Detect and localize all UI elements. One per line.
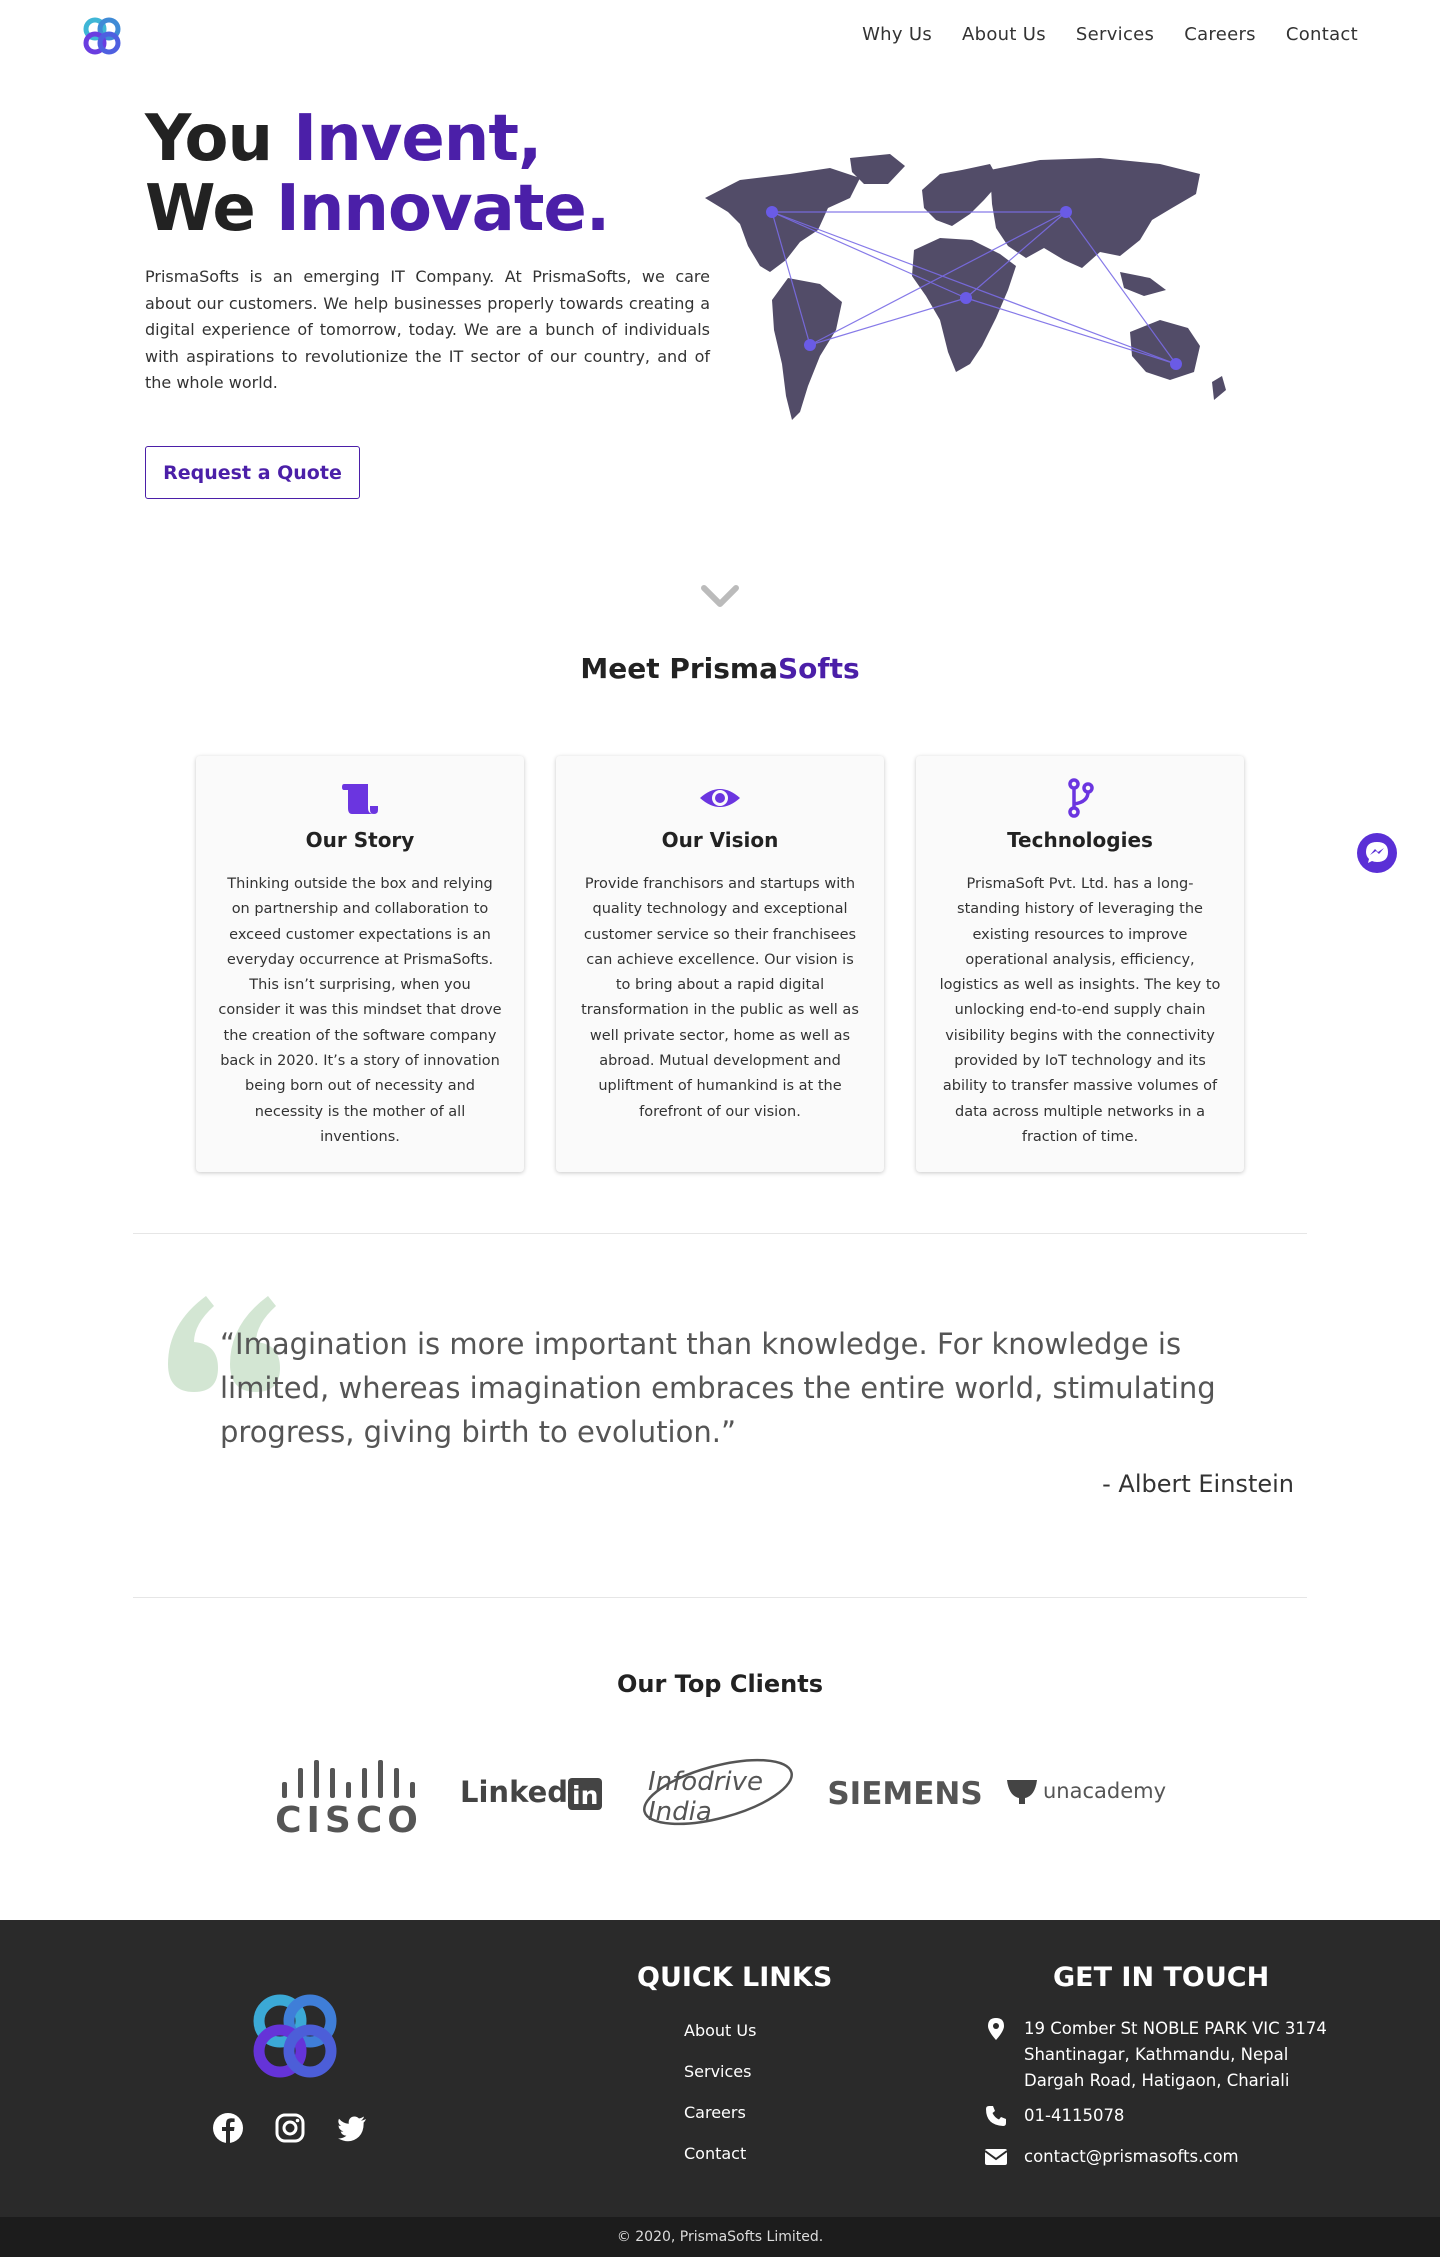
client-name-linkedin: Linked (460, 1775, 568, 1809)
card-title: Our Story (305, 828, 415, 852)
hero-line1-plain: You (145, 102, 294, 176)
card-title: Our Vision (661, 828, 779, 852)
scroll-down-chevron-icon[interactable] (700, 582, 740, 610)
hero-description: PrismaSofts is an emerging IT Company. A… (145, 267, 710, 392)
hero-line1-accent: Invent, (293, 102, 542, 176)
meet-title-accent: Softs (778, 652, 860, 685)
client-name-siemens: SIEMENS (827, 1776, 982, 1812)
phone-icon (986, 2106, 1006, 2126)
map-marker-icon (988, 2018, 1004, 2040)
twitter-icon[interactable] (336, 2112, 368, 2144)
nav-link-contact[interactable]: Contact (1286, 24, 1358, 45)
client-name-unacademy: unacademy (1043, 1779, 1166, 1803)
client-logo-infodrive: Infodrive India (640, 1740, 800, 1840)
meet-title-plain: Meet Prisma (580, 652, 778, 685)
card-technologies: Technologies PrismaSoft Pvt. Ltd. has a … (916, 756, 1244, 1172)
quote-text: “Imagination is more important than know… (220, 1327, 1216, 1449)
messenger-chat-button[interactable] (1357, 833, 1397, 873)
nav-link-about-us[interactable]: About Us (962, 24, 1046, 45)
contact-phone: 01-4115078 (984, 2103, 1124, 2129)
top-nav: Why Us About Us Services Careers Contact (0, 0, 1440, 72)
footer-link-careers[interactable]: Careers (684, 2102, 756, 2143)
footer-link-services[interactable]: Services (684, 2061, 756, 2102)
linkedin-logo: Linked in (460, 1775, 602, 1810)
footer-link-contact[interactable]: Contact (684, 2143, 756, 2184)
footer-logo[interactable] (244, 1985, 346, 2087)
request-quote-button[interactable]: Request a Quote (145, 446, 360, 499)
client-logos: CISCO Linked in Infodrive India SIEMENS … (270, 1740, 1170, 1840)
footer-link-about-us[interactable]: About Us (684, 2020, 756, 2061)
hero-title: You Invent, We Innovate. (145, 102, 610, 246)
code-branch-icon (1068, 778, 1094, 818)
contact-address: 19 Comber St NOBLE PARK VIC 3174 Shantin… (984, 2016, 1327, 2094)
scroll-icon (342, 784, 378, 814)
clients-title: Our Top Clients (616, 1670, 824, 1698)
cisco-logo: CISCO (275, 1760, 423, 1840)
eye-icon (700, 789, 740, 807)
address-line: Dargah Road, Hatigaon, Chariali (1024, 2071, 1290, 2090)
prismasofts-logo[interactable] (80, 14, 124, 58)
card-text: PrismaSoft Pvt. Ltd. has a long-standing… (939, 876, 1221, 1145)
card-text: Thinking outside the box and relying on … (218, 876, 502, 1145)
hero-line2-plain: We (145, 172, 276, 246)
footer: QUICK LINKS About Us Services Careers Co… (0, 1920, 1440, 2217)
nav-link-why-us[interactable]: Why Us (862, 24, 932, 45)
copyright-bar: © 2020, PrismaSofts Limited. (0, 2217, 1440, 2257)
quick-links: About Us Services Careers Contact (684, 2020, 756, 2184)
section-divider (133, 1233, 1307, 1234)
client-name-infodrive: Infodrive (648, 1767, 763, 1797)
section-divider (133, 1597, 1307, 1598)
siemens-logo: SIEMENS (827, 1776, 982, 1812)
client-logo-linkedin: Linked in (460, 1740, 615, 1840)
address-lines: 19 Comber St NOBLE PARK VIC 3174 Shantin… (1024, 2016, 1327, 2094)
instagram-icon[interactable] (274, 2112, 306, 2144)
phone-number[interactable]: 01-4115078 (1024, 2103, 1124, 2129)
card-title: Technologies (1007, 828, 1153, 852)
email-address[interactable]: contact@prismasofts.com (1024, 2144, 1239, 2170)
get-in-touch-title: GET IN TOUCH (1053, 1962, 1270, 1993)
client-logo-cisco: CISCO (270, 1740, 445, 1840)
client-name-india: India (648, 1797, 712, 1827)
card-text: Provide franchisors and startups with qu… (581, 876, 859, 1120)
unacademy-logo: unacademy (1007, 1779, 1166, 1804)
quick-links-title: QUICK LINKS (637, 1962, 833, 1993)
client-name-cisco: CISCO (275, 1800, 423, 1840)
hero-line2-accent: Innovate. (276, 172, 610, 246)
client-name-linkedin-in: in (572, 1781, 598, 1810)
nav-link-services[interactable]: Services (1076, 24, 1154, 45)
card-our-vision: Our Vision Provide franchisors and start… (556, 756, 884, 1172)
messenger-icon (1366, 842, 1388, 863)
address-line: 19 Comber St NOBLE PARK VIC 3174 (1024, 2019, 1327, 2038)
facebook-icon[interactable] (212, 2112, 244, 2144)
social-links (212, 2112, 368, 2144)
card-our-story: Our Story Thinking outside the box and r… (196, 756, 524, 1172)
contact-email: contact@prismasofts.com (984, 2144, 1239, 2170)
quote-author: - Albert Einstein (1102, 1470, 1294, 1498)
world-map-illustration (705, 154, 1226, 420)
infodrive-logo: Infodrive India (643, 1758, 793, 1827)
nav-links: Why Us About Us Services Careers Contact (862, 24, 1358, 45)
client-logo-unacademy: unacademy (1005, 1740, 1170, 1840)
address-line: Shantinagar, Kathmandu, Nepal (1024, 2045, 1289, 2064)
nav-link-careers[interactable]: Careers (1184, 24, 1256, 45)
envelope-icon (984, 2149, 1008, 2165)
meet-section-title: Meet PrismaSofts (0, 652, 1440, 685)
client-logo-siemens: SIEMENS (825, 1740, 985, 1840)
